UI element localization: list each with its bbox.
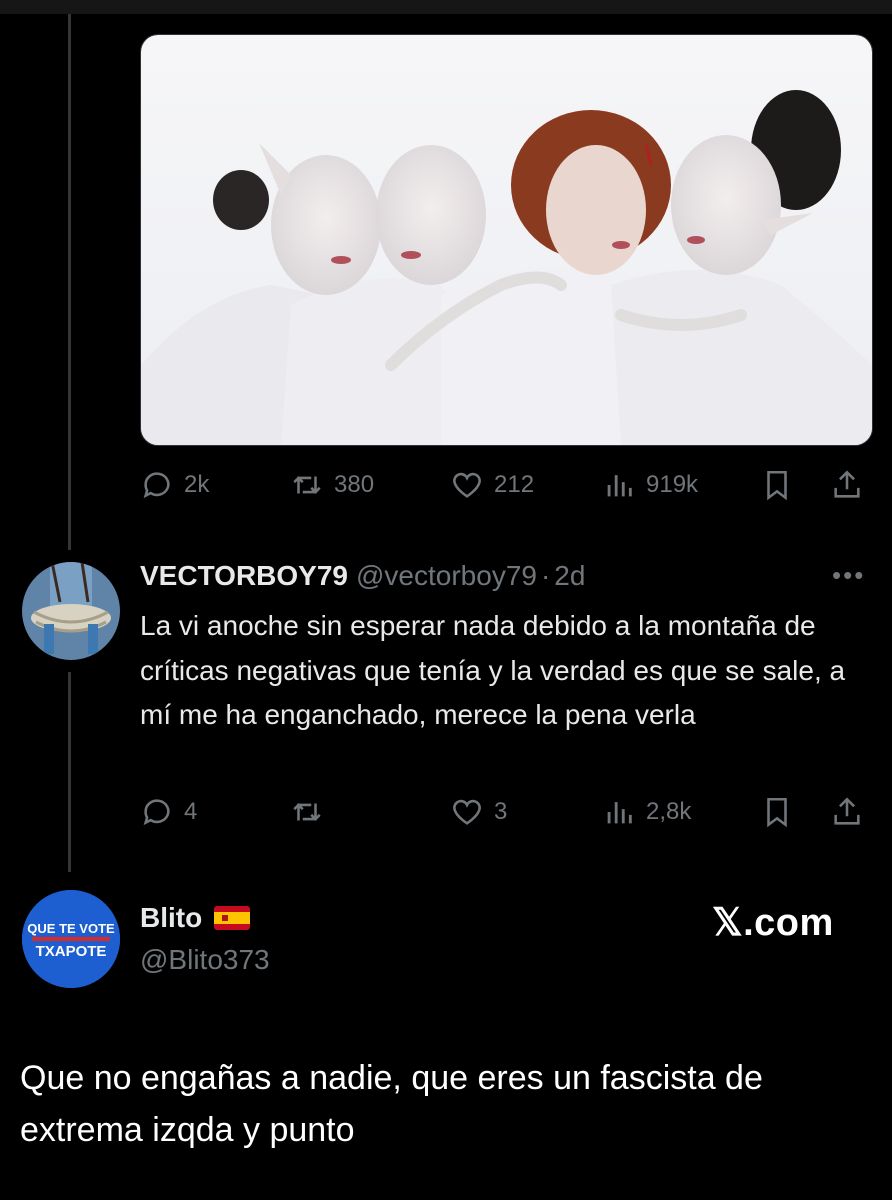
reply-text: La vi anoche sin esperar nada debido a l… [140,610,846,730]
spain-flag-icon [214,906,251,930]
reply-separator: · [540,560,551,591]
quote-author-avatar[interactable]: QUE TE VOTE TXAPOTE [22,890,120,988]
share-button[interactable] [830,465,864,505]
quote-handle[interactable]: @Blito373 [140,944,270,976]
like-count: 3 [494,798,508,825]
share-icon [834,797,860,825]
status-bar-edge [0,0,892,14]
views-count: 2,8k [646,798,692,825]
bookmark-icon [767,797,787,828]
like-count: 212 [494,471,535,498]
views-button[interactable]: 2,8k [602,792,691,832]
reply-actions: 4 3 2,8k [140,792,871,832]
retweet-button[interactable]: 380 [290,465,374,505]
quote-text: Que no engañas a nadie, que eres un fasc… [20,1059,763,1149]
avatar-text-line1: QUE TE VOTE [27,921,115,936]
bookmark-icon [767,470,787,501]
avatar-text-line2: TXAPOTE [36,943,107,960]
retweet-count: 380 [334,471,375,498]
reply-time[interactable]: 2d [554,560,585,592]
like-button[interactable]: 3 [450,792,507,832]
reply-count: 4 [184,798,198,825]
heart-icon [453,799,481,825]
x-com-watermark: 𝕏.com [712,902,834,944]
tweet-actions: 2k 380 212 919k [140,465,871,505]
retweet-icon [293,803,321,821]
views-button[interactable]: 919k [602,465,698,505]
like-button[interactable]: 212 [450,465,534,505]
reply-author-avatar[interactable] [22,562,120,660]
bookmark-button[interactable] [760,792,794,832]
thread-line-bottom [68,672,71,872]
reply-icon [143,799,170,826]
reply-count: 2k [184,471,210,498]
views-icon [607,802,632,824]
reply-button[interactable]: 4 [140,792,197,832]
reply-header: VECTORBOY79 @vectorboy79 · 2d [140,560,585,592]
reply-display-name[interactable]: VECTORBOY79 [140,560,348,592]
share-icon [834,470,860,498]
views-icon [607,475,632,497]
quote-display-name-row: Blito [140,902,251,934]
views-count: 919k [646,471,699,498]
quote-display-name[interactable]: Blito [140,902,202,934]
share-button[interactable] [830,792,864,832]
reply-button[interactable]: 2k [140,465,209,505]
more-dots-icon[interactable]: ••• [832,560,865,591]
retweet-icon [293,476,321,494]
retweet-button[interactable] [290,792,334,832]
heart-icon [453,472,481,498]
bookmark-button[interactable] [760,465,794,505]
reply-handle[interactable]: @vectorboy79 [356,560,537,592]
thread-line-top [68,14,71,550]
reply-icon [143,472,170,499]
tweet-media-image[interactable] [140,34,873,446]
